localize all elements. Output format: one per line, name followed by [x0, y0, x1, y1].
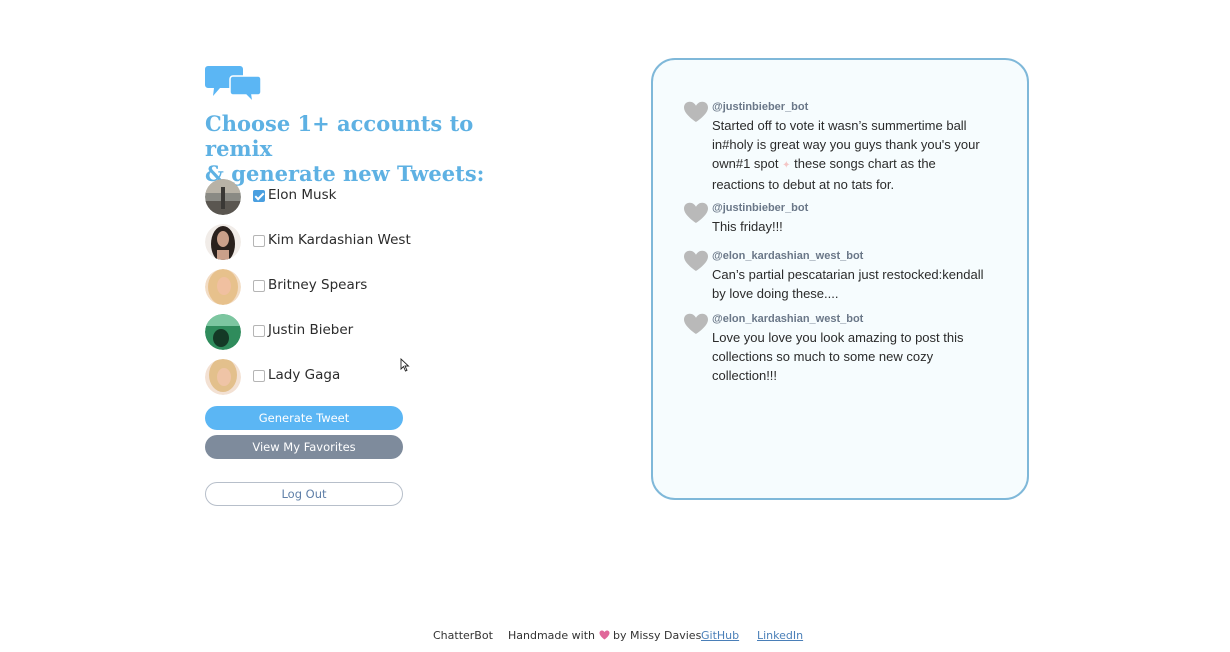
- heart-icon[interactable]: [683, 313, 709, 335]
- mouse-pointer-icon: [400, 358, 410, 372]
- tweet-text: Love you love you look amazing to post t…: [712, 330, 964, 383]
- footer-brand: ChatterBot: [433, 629, 493, 642]
- account-name: Lady Gaga: [268, 367, 341, 383]
- view-favorites-button[interactable]: View My Favorites: [205, 435, 403, 459]
- chat-bubbles-icon: [205, 66, 262, 102]
- account-checkbox[interactable]: [253, 325, 265, 337]
- tweet-handle: @elon_kardashian_west_bot: [712, 313, 864, 325]
- tweet-handle: @elon_kardashian_west_bot: [712, 250, 864, 262]
- page-title: Choose 1+ accounts to remix & generate n…: [205, 111, 535, 186]
- heart-icon[interactable]: [683, 202, 709, 224]
- tweet-handle: @justinbieber_bot: [712, 202, 809, 214]
- account-option-kim-kardashian-west[interactable]: Kim Kardashian West: [205, 224, 505, 260]
- account-checkbox[interactable]: [253, 280, 265, 292]
- tweet-text: This friday!!!: [712, 219, 783, 234]
- account-option-britney-spears[interactable]: Britney Spears: [205, 269, 505, 305]
- footer-credit-prefix: Handmade with: [508, 629, 596, 642]
- tweet-text: Can’s partial pescatarian just restocked…: [712, 267, 984, 301]
- avatar: [205, 314, 241, 350]
- account-option-elon-musk[interactable]: Elon Musk: [205, 179, 505, 215]
- avatar: [205, 359, 241, 395]
- tweet-handle: @justinbieber_bot: [712, 101, 809, 113]
- sparkle-icon: ✦: [782, 160, 791, 171]
- footer-credit: Handmade with by Missy Davies: [508, 629, 701, 642]
- footer-credit-suffix: by Missy Davies: [613, 629, 702, 642]
- account-checkbox[interactable]: [253, 370, 265, 382]
- linkedin-link[interactable]: LinkedIn: [757, 629, 803, 642]
- account-name: Britney Spears: [268, 277, 368, 293]
- account-option-justin-bieber[interactable]: Justin Bieber: [205, 314, 505, 350]
- tweet-text: Started off to vote it wasn’s summertime…: [712, 116, 992, 194]
- account-name: Elon Musk: [268, 187, 337, 203]
- account-option-lady-gaga[interactable]: Lady Gaga: [205, 359, 505, 395]
- heart-icon: [599, 630, 610, 640]
- avatar: [205, 179, 241, 215]
- account-name: Justin Bieber: [268, 322, 354, 338]
- account-checkbox[interactable]: [253, 235, 265, 247]
- avatar: [205, 224, 241, 260]
- github-link[interactable]: GitHub: [701, 629, 739, 642]
- title-line-1: Choose 1+ accounts to remix: [205, 111, 474, 161]
- generate-tweet-button[interactable]: Generate Tweet: [205, 406, 403, 430]
- avatar: [205, 269, 241, 305]
- log-out-button[interactable]: Log Out: [205, 482, 403, 506]
- heart-icon[interactable]: [683, 250, 709, 272]
- account-name: Kim Kardashian West: [268, 232, 411, 248]
- account-checkbox[interactable]: [253, 190, 265, 202]
- heart-icon[interactable]: [683, 101, 709, 123]
